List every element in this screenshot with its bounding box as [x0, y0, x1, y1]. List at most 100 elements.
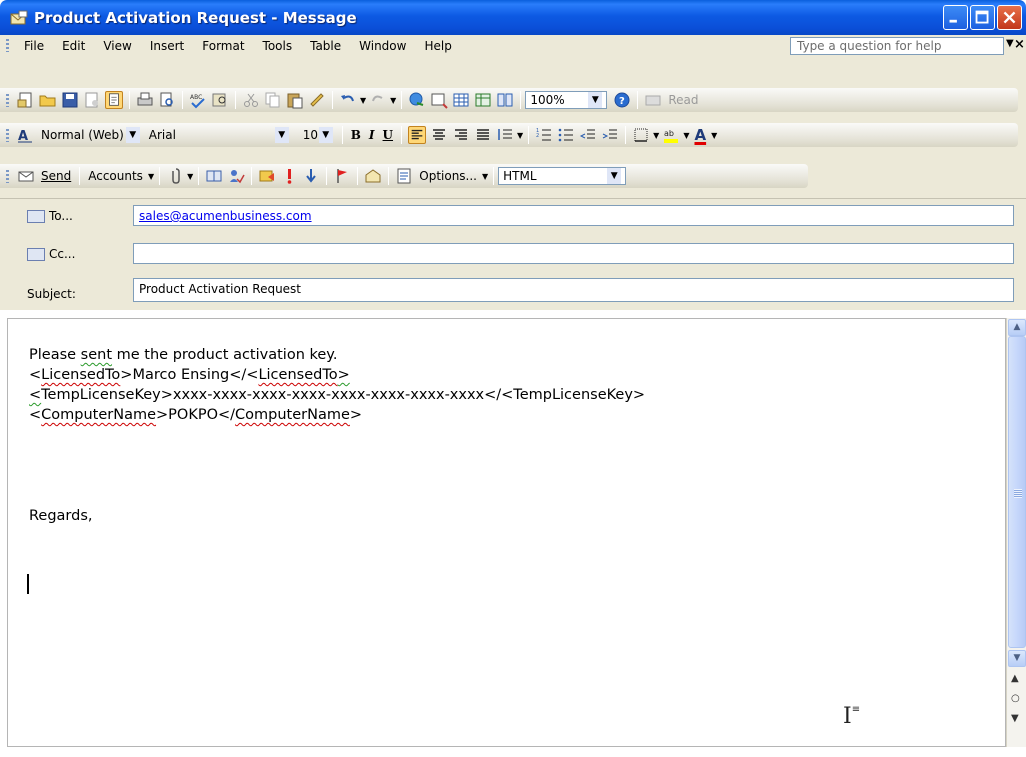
toolbar-grip[interactable] — [6, 128, 9, 142]
scroll-up-button[interactable]: ▲ — [1008, 319, 1026, 336]
minimize-button[interactable] — [943, 5, 968, 30]
insert-worksheet-icon[interactable] — [474, 91, 492, 109]
font-color-dropdown-icon[interactable]: ▼ — [710, 131, 718, 140]
to-recipient[interactable]: sales@acumenbusiness.com — [139, 209, 312, 223]
help-dropdown-icon[interactable]: ▼ — [1006, 38, 1014, 49]
paperclip-icon[interactable] — [166, 167, 184, 185]
menu-format[interactable]: Format — [193, 39, 253, 53]
borders-dropdown-icon[interactable]: ▼ — [652, 131, 660, 140]
line-spacing-dropdown-icon[interactable]: ▼ — [516, 131, 524, 140]
underline-button[interactable]: U — [379, 128, 397, 142]
accounts-button[interactable]: Accounts — [84, 169, 147, 183]
scroll-thumb[interactable] — [1008, 336, 1026, 648]
bold-button[interactable]: B — [347, 128, 365, 142]
previous-object-icon[interactable]: ▲ — [1011, 673, 1019, 684]
message-body[interactable]: Please sent me the product activation ke… — [7, 318, 1006, 747]
highlight-dropdown-icon[interactable]: ▼ — [682, 131, 690, 140]
align-left-icon[interactable] — [408, 126, 427, 144]
flag-forward-icon[interactable] — [258, 167, 276, 185]
menu-file[interactable]: File — [15, 39, 53, 53]
accounts-dropdown-icon[interactable]: ▼ — [147, 172, 155, 181]
permission-icon[interactable] — [83, 91, 101, 109]
title-bar[interactable]: Product Activation Request - Message — [0, 0, 1026, 35]
subject-field[interactable]: Product Activation Request — [133, 278, 1014, 302]
redo-icon[interactable] — [369, 91, 387, 109]
justify-icon[interactable] — [474, 126, 492, 144]
options-button[interactable]: Options... — [415, 169, 481, 183]
print-icon[interactable] — [136, 91, 154, 109]
follow-up-flag-icon[interactable] — [333, 167, 351, 185]
menu-grip[interactable] — [6, 39, 9, 52]
numbering-icon[interactable]: 12 — [535, 126, 553, 144]
maximize-button[interactable] — [970, 5, 995, 30]
options-dropdown-icon[interactable]: ▼ — [481, 172, 489, 181]
menu-edit[interactable]: Edit — [53, 39, 94, 53]
research-icon[interactable] — [211, 91, 229, 109]
help-icon[interactable]: ? — [613, 91, 631, 109]
redo-dropdown-icon[interactable]: ▼ — [389, 96, 397, 105]
tables-borders-icon[interactable] — [430, 91, 449, 109]
font-color-button[interactable]: A — [690, 126, 710, 144]
print-preview-icon[interactable] — [158, 91, 176, 109]
send-button[interactable]: Send — [37, 169, 75, 183]
undo-dropdown-icon[interactable]: ▼ — [359, 96, 367, 105]
menu-help[interactable]: Help — [415, 39, 460, 53]
style-select[interactable]: Normal (Web) — [37, 128, 126, 142]
to-field[interactable]: sales@acumenbusiness.com — [133, 205, 1014, 226]
styles-icon[interactable]: A — [17, 126, 35, 144]
paste-icon[interactable] — [286, 91, 304, 109]
envelope-open-icon[interactable] — [364, 167, 382, 185]
attach-file-icon[interactable] — [105, 91, 123, 109]
zoom-select[interactable]: 100% ▼ — [525, 91, 608, 109]
vertical-scrollbar[interactable]: ▲ ▼ ▲ ○ ▼ — [1006, 318, 1026, 747]
next-object-icon[interactable]: ▼ — [1011, 713, 1019, 724]
italic-button[interactable]: I — [365, 128, 379, 142]
address-book-icon[interactable] — [205, 167, 223, 185]
style-dropdown-icon[interactable]: ▼ — [125, 127, 140, 143]
borders-icon[interactable] — [632, 126, 650, 144]
open-folder-icon[interactable] — [39, 91, 57, 109]
menu-table[interactable]: Table — [301, 39, 350, 53]
to-button[interactable]: To... — [27, 209, 73, 223]
align-center-icon[interactable] — [430, 126, 448, 144]
close-button[interactable] — [997, 5, 1022, 30]
check-names-icon[interactable] — [227, 167, 245, 185]
insert-table-icon[interactable] — [452, 91, 470, 109]
increase-indent-icon[interactable] — [601, 126, 619, 144]
columns-icon[interactable] — [496, 91, 514, 109]
attach-dropdown-icon[interactable]: ▼ — [186, 172, 194, 181]
toolbar-grip[interactable] — [6, 93, 9, 107]
menu-window[interactable]: Window — [350, 39, 415, 53]
cc-field[interactable] — [133, 243, 1014, 264]
font-select[interactable]: Arial ▼ — [144, 126, 294, 144]
undo-icon[interactable] — [339, 91, 357, 109]
copy-icon[interactable] — [264, 91, 282, 109]
toolbar-grip[interactable] — [6, 169, 9, 183]
bullets-icon[interactable] — [557, 126, 575, 144]
cut-icon[interactable] — [242, 91, 260, 109]
document-close-icon[interactable]: × — [1014, 37, 1025, 52]
font-dropdown-icon[interactable]: ▼ — [274, 127, 289, 143]
line-spacing-icon[interactable] — [496, 126, 514, 144]
message-format-dropdown-icon[interactable]: ▼ — [607, 168, 622, 184]
help-search-input[interactable]: Type a question for help — [790, 37, 1004, 55]
menu-view[interactable]: View — [94, 39, 140, 53]
hyperlink-icon[interactable] — [408, 91, 426, 109]
scroll-down-button[interactable]: ▼ — [1008, 650, 1026, 667]
read-button[interactable]: Read — [664, 93, 702, 107]
spelling-icon[interactable]: ABC — [189, 91, 207, 109]
format-painter-icon[interactable] — [308, 91, 326, 109]
align-right-icon[interactable] — [452, 126, 470, 144]
decrease-indent-icon[interactable] — [579, 126, 597, 144]
new-icon[interactable] — [17, 91, 35, 109]
menu-tools[interactable]: Tools — [254, 39, 302, 53]
zoom-dropdown-icon[interactable]: ▼ — [588, 92, 603, 108]
message-format-select[interactable]: HTML ▼ — [498, 167, 627, 185]
save-icon[interactable] — [61, 91, 79, 109]
highlight-icon[interactable]: ab — [662, 126, 680, 144]
select-browse-object-icon[interactable]: ○ — [1011, 693, 1020, 704]
menu-insert[interactable]: Insert — [141, 39, 193, 53]
low-importance-icon[interactable] — [302, 167, 320, 185]
font-size-select[interactable]: 10 ▼ — [298, 126, 338, 144]
cc-button[interactable]: Cc... — [27, 247, 75, 261]
